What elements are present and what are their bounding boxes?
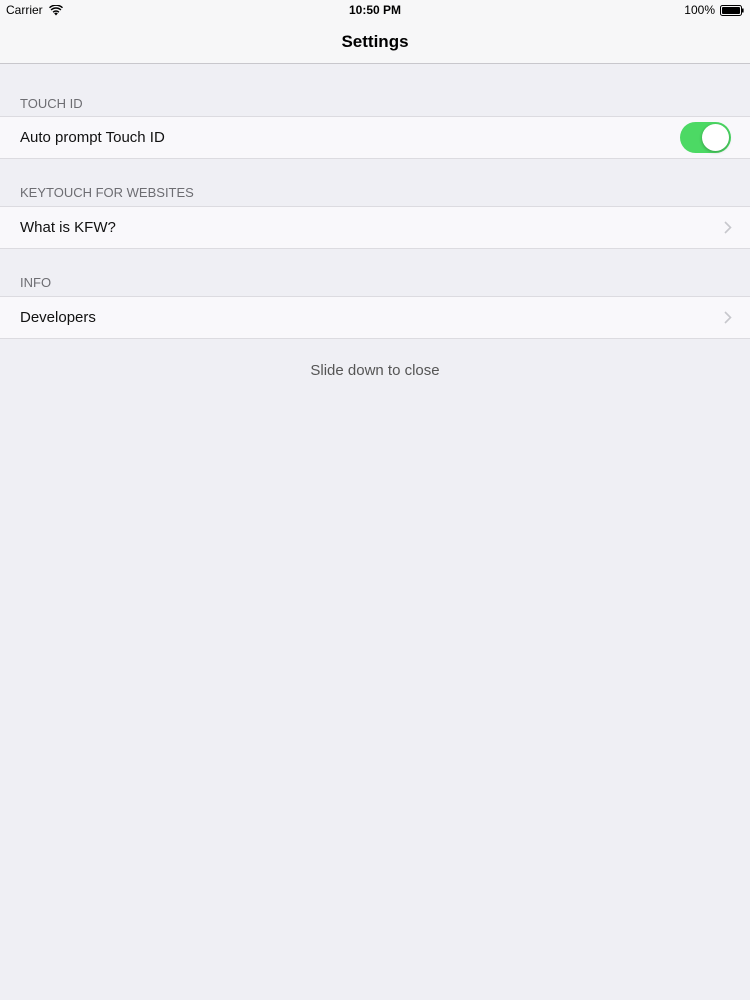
toggle-knob <box>702 124 729 151</box>
battery-percentage: 100% <box>684 3 715 17</box>
page-title: Settings <box>341 32 409 51</box>
status-bar: Carrier 10:50 PM 100% <box>0 0 750 20</box>
cell-what-is-kfw[interactable]: What is KFW? <box>0 206 750 249</box>
settings-screen: Carrier 10:50 PM 100% Settings TOUCH ID … <box>0 0 750 1000</box>
cell-label: Auto prompt Touch ID <box>20 129 165 146</box>
section-header-keytouch-for-websites: KEYTOUCH FOR WEBSITES <box>20 185 194 200</box>
navigation-bar: Settings <box>0 20 750 64</box>
chevron-right-icon <box>724 311 732 324</box>
battery-icon <box>720 4 744 16</box>
section-header-info: INFO <box>20 275 52 290</box>
cell-developers[interactable]: Developers <box>0 296 750 339</box>
cell-auto-prompt-touch-id: Auto prompt Touch ID <box>0 116 750 159</box>
status-time: 10:50 PM <box>348 3 402 17</box>
cell-label: What is KFW? <box>20 219 116 236</box>
status-right: 100% <box>684 3 744 17</box>
chevron-right-icon <box>724 221 732 234</box>
section-header-touch-id: TOUCH ID <box>20 96 83 111</box>
cell-label: Developers <box>20 309 96 326</box>
slide-down-hint: Slide down to close <box>310 362 440 379</box>
auto-prompt-touch-id-toggle[interactable] <box>680 122 731 153</box>
